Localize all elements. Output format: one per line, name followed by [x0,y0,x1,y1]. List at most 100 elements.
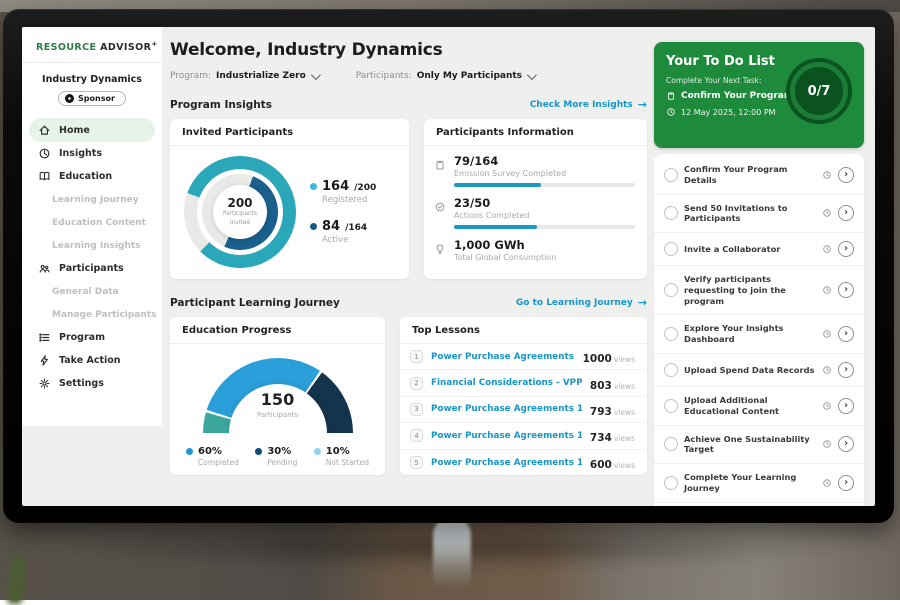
clock-icon [822,329,832,339]
lesson-row[interactable]: 1 Power Purchase Agreements 101 1000view… [400,344,647,370]
sidebar-item[interactable]: Education Content [22,211,162,234]
task-row[interactable]: Upload Spend Data Records › [654,354,864,387]
chevron-right-button[interactable]: › [838,362,854,378]
main-content: Welcome, Industry Dynamics Program: Indu… [162,27,655,506]
arrow-right-icon: → [638,296,647,309]
sidebar-item[interactable]: Education [22,165,162,188]
legend-total: /164 [345,223,367,233]
task-checkbox[interactable] [664,476,678,490]
collapse-tasks-link[interactable]: Collapse Tasks [654,503,864,506]
stat-icon [434,196,447,229]
legend-value: 164 [322,179,349,194]
clock-icon [822,208,832,218]
task-row[interactable]: Achieve One Sustainability Target › [654,426,864,465]
task-row[interactable]: Confirm Your Program Details › [654,156,864,195]
clipboard-icon [666,91,676,101]
participants-information-card: Participants Information 79/164 Emission… [424,119,647,279]
lesson-title-link[interactable]: Power Purchase Agreements 101 [431,352,575,362]
lesson-row[interactable]: 4 Power Purchase Agreements 102 734views [400,423,647,449]
task-checkbox[interactable] [664,242,678,256]
sidebar-item-icon [38,124,51,137]
lesson-views-suffix: views [614,461,635,470]
filter-dropdown[interactable]: Program: Industrialize Zero [170,71,318,81]
sidebar-item[interactable]: Manage Participants [22,303,162,326]
lesson-title-link[interactable]: Power Purchase Agreements 103 [431,458,582,468]
invited-participants-card-title: Invited Participants [170,119,409,146]
lesson-row[interactable]: 5 Power Purchase Agreements 103 600views [400,450,647,476]
logo-plus: + [151,40,157,48]
sponsor-badge: Sponsor [58,91,126,106]
task-row[interactable]: Complete Your Learning Journey › [654,464,864,503]
task-label: Explore Your Insights Dashboard [684,323,816,345]
lesson-rank-badge: 2 [410,377,423,390]
participants-information-card-title: Participants Information [424,119,647,146]
task-checkbox[interactable] [664,437,678,451]
chevron-right-button[interactable]: › [838,241,854,257]
task-checkbox[interactable] [664,399,678,413]
filter-value: Industrialize Zero [216,71,306,81]
task-label: Achieve One Sustainability Target [684,434,816,456]
legend-dot [310,183,317,190]
gauge-legend: 60% Completed 30% Pending [170,434,385,467]
sidebar-item-label: Education [59,171,112,182]
todo-summary-card: Your To Do List Complete Your Next Task:… [654,42,864,148]
task-label: Upload Spend Data Records [684,365,816,376]
task-row[interactable]: Verify participants requesting to join t… [654,266,864,315]
chevron-right-button[interactable]: › [838,436,854,452]
lesson-views-count: 734 [590,432,612,444]
sidebar-item[interactable]: Participants [22,257,162,280]
legend-label: Pending [267,458,297,467]
lesson-row[interactable]: 3 Power Purchase Agreements 101 793views [400,397,647,423]
lesson-row[interactable]: 2 Financial Considerations - VPPAs 803vi… [400,370,647,396]
legend-label: Registered [322,195,376,205]
task-row[interactable]: Explore Your Insights Dashboard › [654,315,864,354]
sidebar-nav: Home Insights Education Learning Journey… [22,118,162,395]
task-label: Verify participants requesting to join t… [684,274,816,306]
sidebar-item-label: Participants [59,263,124,274]
chevron-right-button[interactable]: › [838,167,854,183]
stat-value: 23/50 [454,196,635,210]
sponsor-badge-icon [65,94,74,103]
chevron-right-button[interactable]: › [838,282,854,298]
sidebar-item[interactable]: General Data [22,280,162,303]
sidebar-item[interactable]: Learning Insights [22,234,162,257]
chevron-right-button[interactable]: › [838,475,854,491]
task-checkbox[interactable] [664,206,678,220]
task-checkbox[interactable] [664,283,678,297]
legend-percent: 10% [326,446,350,457]
lesson-views-suffix: views [614,434,635,443]
sidebar-item[interactable]: Home [29,118,155,142]
task-label: Confirm Your Program Details [684,164,816,186]
task-row[interactable]: Invite a Collaborator › [654,233,864,266]
task-row[interactable]: Send 50 Invitations to Participants › [654,195,864,234]
filter-value: Only My Participants [417,71,522,81]
chevron-right-button[interactable]: › [838,326,854,342]
sidebar-item[interactable]: Settings [22,372,162,395]
task-checkbox[interactable] [664,363,678,377]
lesson-title-link[interactable]: Financial Considerations - VPPAs [431,378,582,388]
chevron-right-button[interactable]: › [838,398,854,414]
top-lessons-list: 1 Power Purchase Agreements 101 1000view… [400,344,647,476]
legend-value: 84 [322,219,340,234]
sidebar: RESOURCE ADVISOR+ Industry Dynamics Spon… [22,27,162,426]
lesson-views-count: 600 [590,459,612,471]
filter-dropdown[interactable]: Participants: Only My Participants [356,71,534,81]
sidebar-item[interactable]: Insights [22,142,162,165]
go-to-learning-journey-link[interactable]: Go to Learning Journey → [516,296,647,309]
clock-icon [822,401,832,411]
donut-center-label: Participants Invited [218,210,262,227]
sidebar-item-label: General Data [52,287,119,297]
task-checkbox[interactable] [664,327,678,341]
sidebar-item[interactable]: Learning Journey [22,188,162,211]
todo-progress-ring: 0/7 [786,58,852,124]
task-checkbox[interactable] [664,168,678,182]
chevron-right-button[interactable]: › [838,205,854,221]
page-title: Welcome, Industry Dynamics [170,40,647,60]
task-row[interactable]: Upload Additional Educational Content › [654,387,864,426]
sidebar-item[interactable]: Program [22,326,162,349]
lesson-title-link[interactable]: Power Purchase Agreements 101 [431,404,582,414]
sidebar-item-icon [38,354,51,367]
check-more-insights-link[interactable]: Check More Insights → [530,98,647,111]
sidebar-item[interactable]: Take Action [22,349,162,372]
lesson-title-link[interactable]: Power Purchase Agreements 102 [431,431,582,441]
